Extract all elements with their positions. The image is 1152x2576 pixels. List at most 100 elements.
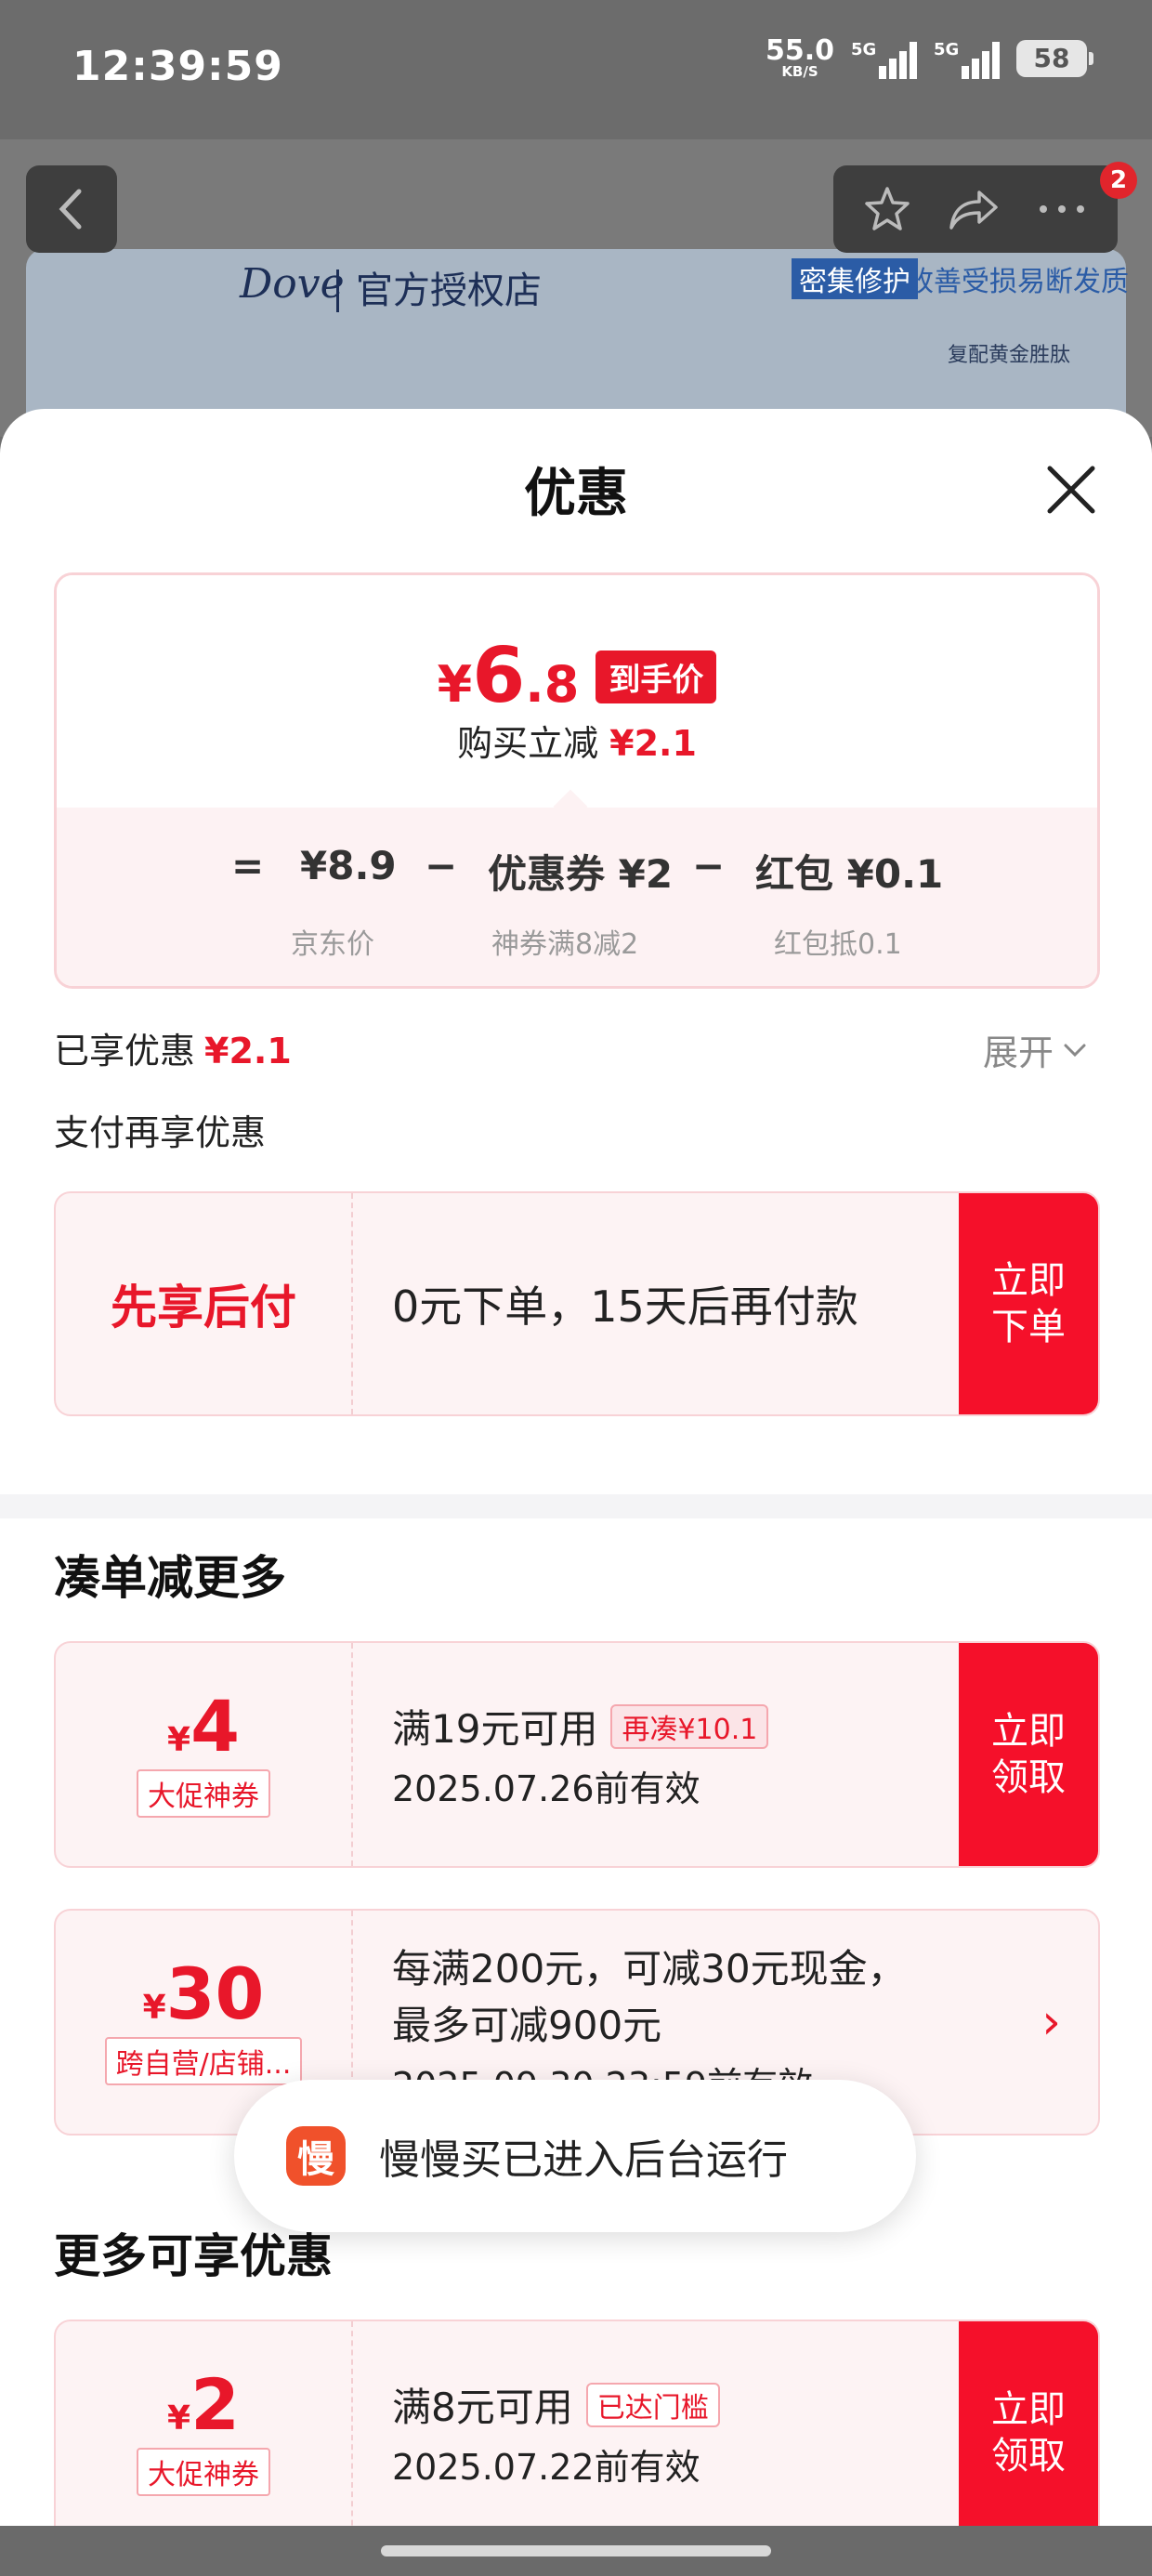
expand-label: 展开 [983, 1032, 1054, 1073]
discount-sheet: 优惠 ¥ 6 .8 到手价 购买立减 ¥2.1 = ¥8.9 − 优惠券 ¥2 [0, 409, 1152, 2526]
back-button[interactable] [26, 165, 117, 253]
formula-coupon: 优惠券 ¥2 [488, 851, 674, 897]
coupon-condition-line2: 最多可减900元 [392, 2002, 662, 2048]
coupon-type-tag: 大促神券 [137, 2448, 270, 2496]
coupon-amount-value: 4 [190, 1685, 240, 1768]
formula-equals: = [231, 843, 265, 888]
sheet-title: 优惠 [524, 464, 628, 524]
formula-jd-price: ¥8.9 [300, 843, 397, 888]
coupon-type-tag: 大促神券 [137, 1769, 270, 1818]
network-speed-value: 55.0 [765, 34, 834, 67]
formula-minus-2: − [692, 843, 726, 888]
coupon-amount: ¥ 30 [143, 1959, 265, 2030]
claim-button[interactable]: 立即 领取 [959, 2321, 1098, 2526]
price-summary-top: ¥ 6 .8 到手价 购买立减 ¥2.1 [57, 575, 1097, 808]
signal-label-1: 5G [851, 39, 877, 59]
share-icon[interactable] [946, 183, 1001, 235]
final-price-row: ¥ 6 .8 到手价 [57, 638, 1097, 715]
close-icon[interactable] [1039, 457, 1104, 522]
pay-later-title: 先享后付 [111, 1281, 296, 1334]
coupon-validity: 2025.07.26前有效 [392, 1768, 700, 1809]
coupon-card[interactable]: ¥ 2 大促神券 满8元可用 已达门槛 2025.07.22前有效 立即 领取 [54, 2320, 1100, 2526]
home-indicator[interactable] [381, 2545, 771, 2556]
signal-5g-icon-2: 5G [934, 38, 1000, 79]
final-price-tag: 到手价 [596, 650, 717, 703]
status-indicators: 55.0 KB/S 5G 5G 58 [766, 37, 1093, 79]
expand-button[interactable]: 展开 [983, 1024, 1087, 1075]
coupon-currency: ¥ [167, 2399, 191, 2438]
coupon-amount-value: 2 [190, 2363, 240, 2446]
status-bar: 12:39:59 55.0 KB/S 5G 5G 58 [0, 0, 1152, 139]
jd-price-label: 京东价 [291, 928, 374, 961]
toast-text: 慢慢买已进入后台运行 [379, 2136, 788, 2184]
final-price-currency: ¥ [437, 655, 473, 714]
network-speed: 55.0 KB/S [766, 37, 834, 79]
order-now-button[interactable]: 立即 下单 [959, 1193, 1098, 1414]
notification-badge: 2 [1100, 162, 1137, 199]
price-formula: = ¥8.9 − 优惠券 ¥2 − 红包 ¥0.1 京东价 神券满8减2 红包抵… [57, 808, 1097, 986]
coupon-card[interactable]: ¥ 4 大促神券 满19元可用 再凑¥10.1 2025.07.26前有效 立即… [54, 1641, 1100, 1868]
final-price: ¥ 6 .8 [438, 638, 580, 715]
more-icon[interactable] [1034, 200, 1090, 218]
battery-icon: 58 [1016, 39, 1093, 77]
ad-subtext: 复配黄金胜肽 [948, 344, 1071, 367]
coupon-condition: 每满200元，可减30元现金， [392, 1945, 907, 1991]
coupon-condition: 满8元可用 [392, 2385, 573, 2430]
coupon-condition: 满19元可用 [392, 1706, 598, 1752]
enjoyed-value: ¥2.1 [204, 1031, 292, 1071]
section-divider [0, 1494, 1152, 1518]
enjoyed-label: 已享优惠 [54, 1031, 196, 1071]
app-icon: 慢 [286, 2126, 346, 2186]
top-actions [833, 165, 1118, 253]
instant-cut-label: 购买立减 [457, 723, 599, 764]
instant-cut-value: ¥2.1 [609, 723, 697, 764]
coupon-condition-row: 满8元可用 已达门槛 [392, 2376, 949, 2433]
signal-5g-icon-1: 5G [851, 38, 917, 79]
chevron-right-icon[interactable]: › [1041, 1911, 1061, 2134]
coupon-type-tag: 跨自营/店铺... [104, 2037, 303, 2085]
coupon-label: 神券满8减2 [491, 928, 639, 961]
battery-level: 58 [1033, 43, 1070, 73]
network-speed-unit: KB/S [781, 63, 818, 80]
store-label: 官方授权店 [336, 269, 542, 312]
chevron-left-icon [59, 189, 82, 230]
brand-logo: Dove [240, 260, 345, 308]
ad-text: 改善受损易断发质 [906, 266, 1129, 298]
coupon-amount: ¥ 4 [167, 1691, 240, 1762]
redpacket-label: 红包抵0.1 [774, 928, 902, 961]
claim-button[interactable]: 立即 领取 [959, 1643, 1098, 1866]
formula-redpacket: 红包 ¥0.1 [755, 851, 944, 897]
price-summary-card: ¥ 6 .8 到手价 购买立减 ¥2.1 = ¥8.9 − 优惠券 ¥2 − 红… [54, 572, 1100, 989]
pay-later-left: 先享后付 [56, 1193, 353, 1414]
coupon-condition-tag: 已达门槛 [585, 2382, 720, 2427]
coupon-currency: ¥ [142, 1989, 166, 2027]
pay-more-label: 支付再享优惠 [54, 1112, 267, 1153]
coupon-amount-area: ¥ 2 大促神券 [56, 2321, 353, 2526]
coupon-amount-value: 30 [165, 1952, 265, 2035]
coupon-info: 满8元可用 已达门槛 2025.07.22前有效 [392, 2321, 949, 2526]
coupon-validity: 2025.07.22前有效 [392, 2447, 700, 2488]
coupon-info: 满19元可用 再凑¥10.1 2025.07.26前有效 [392, 1643, 949, 1866]
star-icon[interactable] [861, 183, 913, 235]
coupon-condition-tag: 再凑¥10.1 [610, 1703, 769, 1749]
coupon-condition-row: 满19元可用 再凑¥10.1 [392, 1698, 949, 1755]
background-running-toast: 慢 慢慢买已进入后台运行 [234, 2080, 916, 2232]
signal-label-2: 5G [934, 39, 960, 59]
pay-later-desc: 0元下单，15天后再付款 [392, 1281, 858, 1332]
formula-minus-1: − [425, 843, 458, 888]
final-price-decimal: .8 [525, 655, 580, 714]
instant-cut: 购买立减 ¥2.1 [57, 715, 1097, 766]
system-nav-bar [0, 2526, 1152, 2576]
enjoyed-discount: 已享优惠 ¥2.1 [54, 1022, 292, 1073]
section-more-title: 凑单减更多 [54, 1551, 286, 1605]
ad-tag: 密集修护 [792, 258, 918, 299]
pay-later-desc-area: 0元下单，15天后再付款 [392, 1193, 949, 1414]
status-time: 12:39:59 [72, 43, 283, 90]
chevron-down-icon [1064, 1044, 1086, 1057]
product-page-background: Dove 官方授权店 密集修护 改善受损易断发质 复配黄金胜肽 2 [0, 139, 1152, 437]
pay-later-card[interactable]: 先享后付 0元下单，15天后再付款 立即 下单 [54, 1191, 1100, 1416]
coupon-amount: ¥ 2 [167, 2370, 240, 2440]
coupon-currency: ¥ [167, 1721, 191, 1759]
final-price-integer: 6 [472, 632, 526, 720]
coupon-amount-area: ¥ 4 大促神券 [56, 1643, 353, 1866]
